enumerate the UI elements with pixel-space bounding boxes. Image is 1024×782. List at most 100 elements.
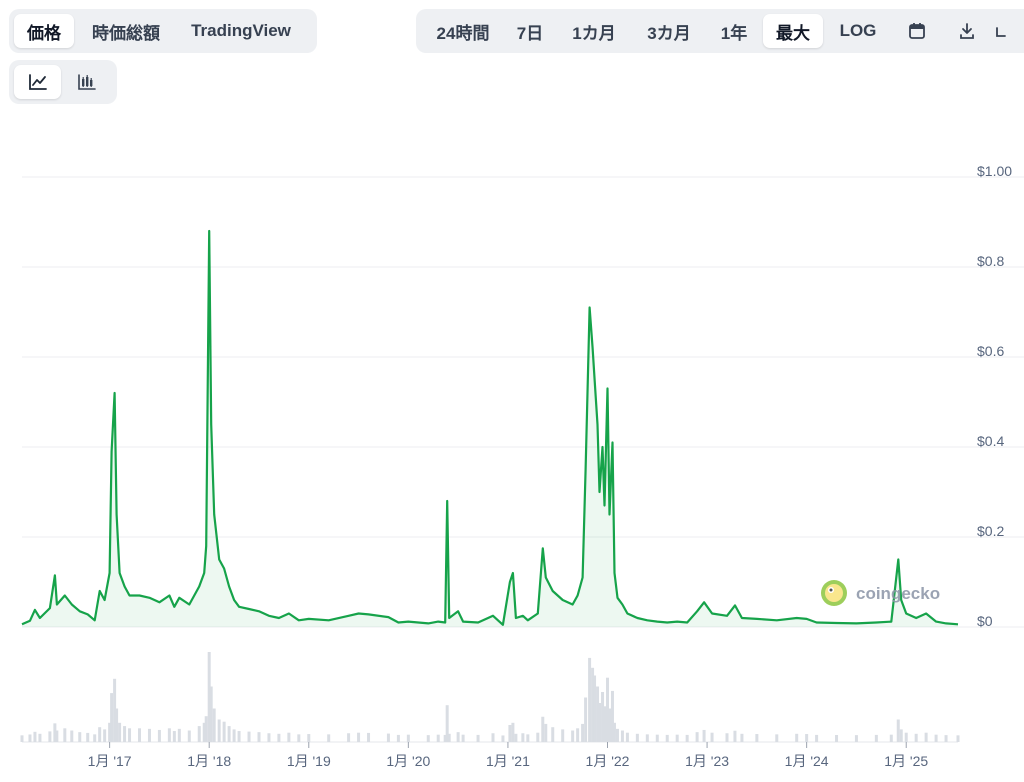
volume-bar <box>561 729 565 742</box>
volume-bar <box>247 731 251 742</box>
volume-bar <box>889 734 893 742</box>
volume-bar <box>217 719 221 742</box>
y-tick-label: $0.6 <box>977 343 1004 359</box>
volume-bar <box>914 733 918 742</box>
volume-bar <box>702 729 706 742</box>
volume-bar <box>406 734 410 742</box>
volume-bar <box>733 730 737 742</box>
volume-bar <box>396 734 400 742</box>
volume-bar <box>167 728 171 742</box>
volume-bar <box>307 734 311 742</box>
volume-bar <box>755 734 759 742</box>
volume-bar <box>944 735 948 742</box>
volume-bar <box>521 733 525 742</box>
volume-bar <box>447 733 451 742</box>
volume-bar <box>581 723 585 742</box>
volume-bar <box>110 693 114 742</box>
volume-bar <box>551 727 555 742</box>
volume-bar <box>805 734 809 742</box>
y-tick-label: $0.8 <box>977 253 1004 269</box>
volume-bar <box>426 735 430 742</box>
volume-bar <box>511 722 515 742</box>
volume-bar <box>48 731 52 742</box>
volume-bar <box>508 725 512 742</box>
volume-bar <box>55 730 59 742</box>
volume-bar <box>98 727 102 742</box>
volume-bar <box>227 726 231 742</box>
volume-bar <box>476 734 480 742</box>
volume-bar <box>209 686 213 742</box>
volume-bar <box>635 733 639 742</box>
volume-bar <box>874 734 878 742</box>
volume-bar <box>710 732 714 742</box>
volume-bar <box>232 729 236 742</box>
volume-bar <box>934 734 938 742</box>
x-tick-label: 1月 '19 <box>287 753 331 769</box>
volume-bar <box>267 733 271 742</box>
x-tick-label: 1月 '24 <box>785 753 829 769</box>
volume-bar <box>115 708 119 742</box>
volume-bar <box>70 730 74 742</box>
volume-bar <box>118 722 122 742</box>
x-tick-label: 1月 '17 <box>88 753 132 769</box>
x-tick-label: 1月 '20 <box>386 753 430 769</box>
volume-bar <box>78 732 82 742</box>
x-tick-label: 1月 '18 <box>187 753 231 769</box>
volume-bar <box>461 734 465 742</box>
volume-bar <box>695 732 699 742</box>
y-tick-label: $0 <box>977 613 993 629</box>
x-axis: 1月 '17 1月 '18 1月 '19 1月 '20 1月 '21 1月 '22 1月 '… <box>88 742 928 769</box>
volume-bar <box>172 731 176 742</box>
volume-bar <box>645 734 649 742</box>
volume-bar <box>541 716 545 742</box>
volume-bar <box>147 728 151 742</box>
volume-bar <box>501 735 505 742</box>
volume-bar <box>237 731 241 742</box>
x-tick-label: 1月 '25 <box>884 753 928 769</box>
volume-bar <box>612 722 616 742</box>
volume-bar <box>327 734 331 742</box>
volume-bar <box>956 735 960 742</box>
volume-bars <box>20 652 960 742</box>
volume-bar <box>491 733 495 742</box>
x-tick-label: 1月 '22 <box>586 753 630 769</box>
volume-bar <box>367 732 371 742</box>
volume-bar <box>222 721 226 742</box>
volume-bar <box>347 733 351 742</box>
volume-bar <box>33 731 37 742</box>
volume-bar <box>571 730 575 742</box>
volume-bar <box>28 734 32 742</box>
watermark-text: coingecko <box>856 584 940 603</box>
volume-bar <box>277 733 281 742</box>
volume-bar <box>675 734 679 742</box>
volume-bar <box>86 732 90 742</box>
y-tick-label: $0.4 <box>977 433 1004 449</box>
volume-bar <box>287 732 291 742</box>
price-chart[interactable]: $1.00$0.8$0.6$0.4$0.2$0 1月 '17 1月 '18 1月 '… <box>0 0 1024 782</box>
volume-bar <box>665 734 669 742</box>
price-area-fill <box>22 231 958 627</box>
volume-bar <box>137 728 141 742</box>
volume-bar <box>177 728 181 742</box>
volume-bar <box>795 733 799 742</box>
volume-bar <box>775 734 779 742</box>
volume-bar <box>456 732 460 742</box>
volume-bar <box>593 675 597 742</box>
x-tick-label: 1月 '23 <box>685 753 729 769</box>
volume-bar <box>924 732 928 742</box>
volume-bar <box>625 732 629 742</box>
volume-bar <box>123 726 127 742</box>
volume-bar <box>725 733 729 742</box>
volume-bar <box>584 697 588 742</box>
coingecko-watermark: coingecko <box>821 580 940 606</box>
volume-bar <box>544 723 548 742</box>
y-axis: $1.00 $0.8 $0.6 $0.4 $0.2 $0 <box>977 163 1012 629</box>
volume-bar <box>835 735 839 742</box>
volume-bar <box>128 728 132 742</box>
volume-bar <box>655 734 659 742</box>
volume-bar <box>685 734 689 742</box>
volume-bar <box>536 732 540 742</box>
volume-bar <box>576 728 580 742</box>
volume-bar <box>187 730 191 742</box>
volume-bar <box>854 735 858 742</box>
